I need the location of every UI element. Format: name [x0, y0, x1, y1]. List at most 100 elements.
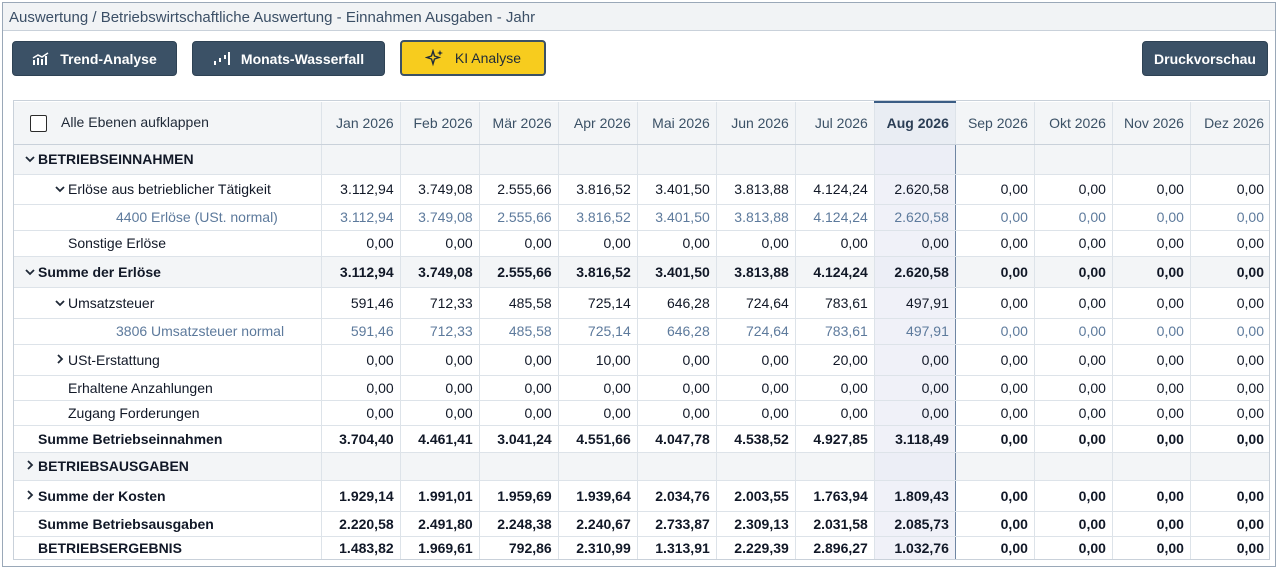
chevron-down-icon[interactable]: [54, 182, 68, 197]
month-header[interactable]: Mär 2026: [479, 102, 559, 145]
value-cell: 3.704,40: [321, 425, 401, 453]
row-label: Erlöse aus betrieblicher Tätigkeit: [68, 181, 271, 197]
value-cell: [637, 452, 717, 481]
table-row[interactable]: USt-Erstattung 0,00 0,00 0,00 10,00 0,00 0,00 2…: [14, 344, 1269, 376]
value-cell: 0,00: [1034, 375, 1113, 401]
value-cell: 783,61: [795, 287, 875, 319]
value-cell: 1.313,91: [637, 536, 717, 559]
value-cell: 0,00: [795, 375, 875, 401]
expand-all-checkbox[interactable]: [30, 114, 47, 132]
value-cell: 4.461,41: [400, 425, 480, 453]
value-cell: [1190, 144, 1269, 175]
value-cell: 591,46: [321, 287, 401, 319]
value-cell: 0,00: [873, 400, 956, 426]
value-cell: 0,00: [1190, 344, 1269, 376]
value-cell: 0,00: [1112, 511, 1191, 537]
chevron-down-icon[interactable]: [24, 265, 38, 280]
value-cell: 0,00: [1112, 375, 1191, 401]
month-header[interactable]: Nov 2026: [1112, 102, 1191, 145]
chevron-right-icon[interactable]: [24, 489, 38, 504]
row-label-cell: Erhaltene Anzahlungen: [14, 375, 322, 401]
month-header[interactable]: Jul 2026: [795, 102, 875, 145]
value-cell: 0,00: [955, 287, 1035, 319]
value-cell: 4.124,24: [795, 256, 875, 288]
value-cell: 2.620,58: [873, 174, 956, 205]
value-cell: 2.220,58: [321, 511, 401, 537]
value-cell: [1034, 452, 1113, 481]
value-cell: 2.620,58: [873, 256, 956, 288]
month-header[interactable]: Feb 2026: [400, 102, 480, 145]
table-row[interactable]: Erlöse aus betrieblicher Tätigkeit 3.112,…: [14, 174, 1269, 205]
value-cell: 2.620,58: [873, 204, 956, 231]
table-row: 3806 Umsatzsteuer normal 591,46 712,33 485,…: [14, 318, 1269, 345]
value-cell: 3.401,50: [637, 174, 717, 205]
value-cell: 0,00: [1112, 318, 1191, 345]
value-cell: 2.491,80: [400, 511, 480, 537]
value-cell: 0,00: [558, 375, 638, 401]
month-header[interactable]: Apr 2026: [558, 102, 638, 145]
value-cell: 0,00: [321, 375, 401, 401]
row-label-cell: Summe der Kosten: [14, 480, 322, 512]
value-cell: 0,00: [955, 536, 1035, 559]
value-cell: 0,00: [716, 400, 796, 426]
value-cell: 1.032,76: [873, 536, 956, 559]
value-cell: 3.401,50: [637, 204, 717, 231]
chevron-down-icon[interactable]: [24, 152, 38, 167]
expand-all-header[interactable]: Alle Ebenen aufklappen: [14, 102, 322, 145]
chevron-down-icon[interactable]: [54, 296, 68, 311]
ki-analysis-button[interactable]: KI Analyse: [400, 40, 546, 76]
value-cell: 4.047,78: [637, 425, 717, 453]
value-cell: 1.809,43: [873, 480, 956, 512]
table-row[interactable]: Umsatzsteuer 591,46 712,33 485,58 725,14 646,…: [14, 287, 1269, 319]
row-label-cell: 4400 Erlöse (USt. normal): [14, 204, 322, 231]
month-header[interactable]: Dez 2026: [1190, 102, 1269, 145]
table-row[interactable]: BETRIEBSAUSGABEN: [14, 452, 1269, 481]
value-cell: [400, 452, 480, 481]
value-cell: 0,00: [479, 400, 559, 426]
chevron-right-icon[interactable]: [24, 459, 38, 474]
row-label: Erhaltene Anzahlungen: [68, 379, 213, 396]
value-cell: 0,00: [479, 375, 559, 401]
chevron-right-icon[interactable]: [54, 353, 68, 368]
month-header[interactable]: Sep 2026: [955, 102, 1035, 145]
month-header[interactable]: Mai 2026: [637, 102, 717, 145]
month-header[interactable]: Aug 2026: [874, 101, 956, 145]
month-header[interactable]: Okt 2026: [1034, 102, 1113, 145]
value-cell: 0,00: [321, 230, 401, 257]
value-cell: 0,00: [955, 204, 1035, 231]
value-cell: 0,00: [955, 480, 1035, 512]
trend-analysis-button[interactable]: Trend-Analyse: [12, 41, 177, 76]
table-row[interactable]: BETRIEBSEINNAHMEN: [14, 144, 1269, 175]
value-cell: 0,00: [637, 375, 717, 401]
value-cell: 3.816,52: [558, 204, 638, 231]
value-cell: 0,00: [1034, 511, 1113, 537]
value-cell: 725,14: [558, 318, 638, 345]
value-cell: 485,58: [479, 287, 559, 319]
print-preview-button[interactable]: Druckvorschau: [1142, 41, 1268, 76]
value-cell: 2.085,73: [873, 511, 956, 537]
value-cell: 0,00: [479, 344, 559, 376]
value-cell: 0,00: [955, 375, 1035, 401]
value-cell: 3.816,52: [558, 174, 638, 205]
value-cell: 0,00: [400, 400, 480, 426]
monthly-waterfall-button[interactable]: Monats-Wasserfall: [192, 41, 385, 76]
value-cell: [716, 144, 796, 175]
table-row[interactable]: Summe der Erlöse 3.112,94 3.749,08 2.555,66…: [14, 256, 1269, 288]
row-label-cell: Umsatzsteuer: [14, 287, 322, 319]
table-row[interactable]: Summe der Kosten 1.929,14 1.991,01 1.959,69…: [14, 480, 1269, 512]
value-cell: 0,00: [955, 511, 1035, 537]
month-header[interactable]: Jun 2026: [716, 102, 796, 145]
value-cell: 0,00: [1190, 480, 1269, 512]
value-cell: 3.041,24: [479, 425, 559, 453]
value-cell: [321, 452, 401, 481]
value-cell: 3.813,88: [716, 256, 796, 288]
value-cell: 712,33: [400, 287, 480, 319]
table-row: Sonstige Erlöse 0,00 0,00 0,00 0,00 0,00 0,00 0…: [14, 230, 1269, 257]
value-cell: 0,00: [637, 400, 717, 426]
value-cell: [558, 144, 638, 175]
value-cell: 3.749,08: [400, 256, 480, 288]
month-header[interactable]: Jan 2026: [321, 102, 401, 145]
value-cell: 0,00: [1034, 256, 1113, 288]
value-cell: 0,00: [321, 344, 401, 376]
value-cell: 724,64: [716, 287, 796, 319]
